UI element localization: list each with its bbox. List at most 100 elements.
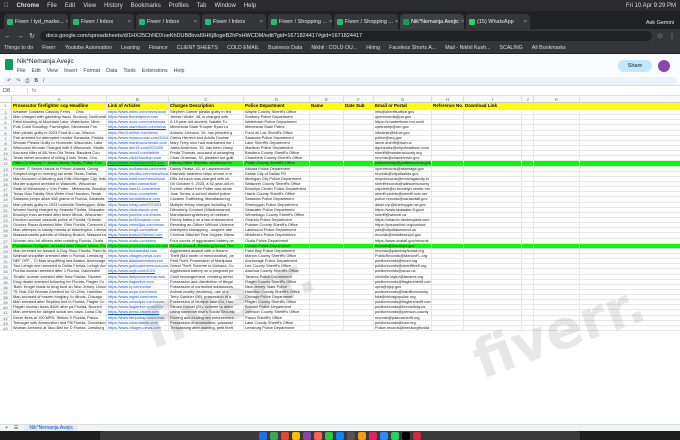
empty-cell[interactable] [522,269,534,274]
empty-cell[interactable] [534,192,580,197]
table-cell[interactable]: infodesk@fdl.wi.gov [374,130,432,135]
table-cell[interactable]: https://pcsoonline.org/contact [374,223,432,228]
table-cell[interactable] [432,300,464,305]
table-cell[interactable]: https://fox11online.com/news [107,130,169,135]
table-cell[interactable]: Download Link [464,103,522,109]
table-cell[interactable]: Lake Sheriff's Department [244,140,310,145]
menu-item[interactable]: Tools [123,68,135,74]
empty-cell[interactable] [522,253,534,259]
close-icon[interactable]: × [524,19,527,25]
reload-icon[interactable]: ↻ [28,32,36,40]
empty-cell[interactable] [534,145,580,151]
table-cell[interactable]: Name [310,103,344,109]
table-cell[interactable]: Manufacturing/delivery of metham [169,212,244,217]
empty-cell[interactable] [534,120,580,125]
table-cell[interactable]: Ocala Police Department [244,238,310,243]
empty-cell[interactable] [522,192,534,197]
table-cell[interactable] [344,212,374,217]
table-cell[interactable] [344,171,374,176]
table-cell[interactable]: https://www.nbc15.com/2024/05 [107,145,169,151]
empty-cell[interactable] [464,253,522,259]
empty-cell[interactable] [464,315,522,320]
empty-cell[interactable] [534,156,580,161]
table-cell[interactable]: Anchorage Police Department [244,259,310,264]
browser-tab[interactable]: (15) WhatsApp × [466,14,530,29]
table-cell[interactable]: NEF OFF - 'Cl Man shoplifting sea Alaska… [12,259,107,264]
empty-cell[interactable] [522,300,534,305]
empty-cell[interactable] [534,103,580,109]
table-cell[interactable] [310,187,344,192]
table-cell[interactable] [432,125,464,130]
table-cell[interactable] [344,233,374,238]
table-cell[interactable]: https://www.nj.com/union [107,284,169,289]
column-header[interactable]: A [12,96,107,102]
table-cell[interactable]: 'Erratic' woman arrested after New Flori… [12,274,107,279]
table-cell[interactable]: Felony battery on a law enforcement [169,217,244,223]
empty-cell[interactable] [522,223,534,228]
table-cell[interactable]: Bandera County Sheriff's Office [244,151,310,156]
close-icon[interactable]: × [260,19,263,25]
empty-cell[interactable] [522,135,534,140]
table-cell[interactable]: Minnesota State Trooper Ryan Lo [169,125,244,130]
table-cell[interactable]: https://www.fox5atlanta.com/news [107,166,169,171]
row-number[interactable]: 38 [0,295,12,300]
table-cell[interactable]: https://www.kare11.com/article [107,187,169,192]
table-cell[interactable]: Terry Gardner (56), possession of a [169,295,244,300]
table-cell[interactable]: https://www.wsbt.com/news/local [107,176,169,181]
empty-cell[interactable] [534,176,580,181]
table-cell[interactable]: https://www.ocala.com/story [107,238,169,243]
table-cell[interactable]: https://www.news4jax.com/news [107,300,169,305]
table-cell[interactable] [432,238,464,243]
dock-app-icon[interactable] [303,431,311,440]
table-cell[interactable]: sheriff@banderacounty.org [374,151,432,156]
table-cell[interactable]: https://www.clickorlando.com [107,320,169,325]
table-cell[interactable] [432,274,464,279]
table-cell[interactable]: Lake County Sheriff's Office [244,320,310,325]
empty-cell[interactable] [534,289,580,295]
table-cell[interactable]: Providence firefighter arrested after Rh… [12,243,107,248]
table-cell[interactable]: foia@chicagopolice.org [374,295,432,300]
table-cell[interactable]: https://www.press-citizen.com [107,310,169,315]
table-cell[interactable]: https://www.mysuncoast.com/2024 [107,135,169,140]
table-cell[interactable]: https://www.seawater.fl.gov/r [374,207,432,212]
empty-cell[interactable] [464,248,522,253]
table-cell[interactable]: Winnebago County Sheriff's Office [244,212,310,217]
table-cell[interactable]: Johnson County Sheriff's Office [244,310,310,315]
dock-app-icon[interactable] [314,431,322,440]
row-number[interactable]: 25 [0,228,12,233]
table-cell[interactable]: Stephen Garner pleads guilty in fed [169,110,244,115]
table-cell[interactable]: Danny Pease, 42, of Lawrenceville [169,166,244,171]
avatar[interactable] [658,60,670,72]
bold-icon[interactable]: B [34,78,38,84]
browser-tab[interactable]: Fiverr / Inbox × [70,14,134,29]
table-cell[interactable]: Sheboygan Police Department [244,202,310,207]
table-cell[interactable] [310,264,344,269]
table-cell[interactable]: Theft ($40 worth of merchandise), pe [169,253,244,259]
table-cell[interactable] [310,207,344,212]
empty-cell[interactable] [522,166,534,171]
table-cell[interactable]: Mary Terry, who had maintained her i [169,140,244,145]
empty-cell[interactable] [464,284,522,289]
table-cell[interactable]: Texas Man Fatally Shot While Kind Housto… [12,192,107,197]
table-cell[interactable]: Lincoln Police Department [244,243,310,248]
table-cell[interactable]: Email or Portal [374,103,432,109]
empty-cell[interactable] [534,181,580,187]
bookmark-item[interactable]: Business Data [268,45,302,51]
table-cell[interactable]: Man accused of brazen burglary 'to Illin… [12,295,107,300]
table-cell[interactable]: Driver flees at 100 MPH, Strikes S Flori… [12,315,107,320]
table-cell[interactable]: Jaeta Anderson, 33, has been charg [169,145,244,151]
empty-cell[interactable] [464,274,522,279]
table-cell[interactable]: Brooklyn Center Police Department [244,187,310,192]
table-cell[interactable] [432,217,464,223]
bookmark-item[interactable]: All Bookmarks [532,45,566,51]
column-header[interactable]: C [169,96,244,102]
row-number[interactable]: 28 [0,243,12,249]
row-number[interactable]: 32 [0,264,12,269]
menubar-item[interactable]: File [47,3,57,9]
table-cell[interactable] [310,145,344,151]
close-icon[interactable]: × [395,19,398,25]
empty-cell[interactable] [522,187,534,192]
menu-item[interactable]: Help [174,68,185,74]
table-cell[interactable] [432,156,464,161]
table-cell[interactable]: Prosecutor firefighter cop Headline [12,103,107,109]
